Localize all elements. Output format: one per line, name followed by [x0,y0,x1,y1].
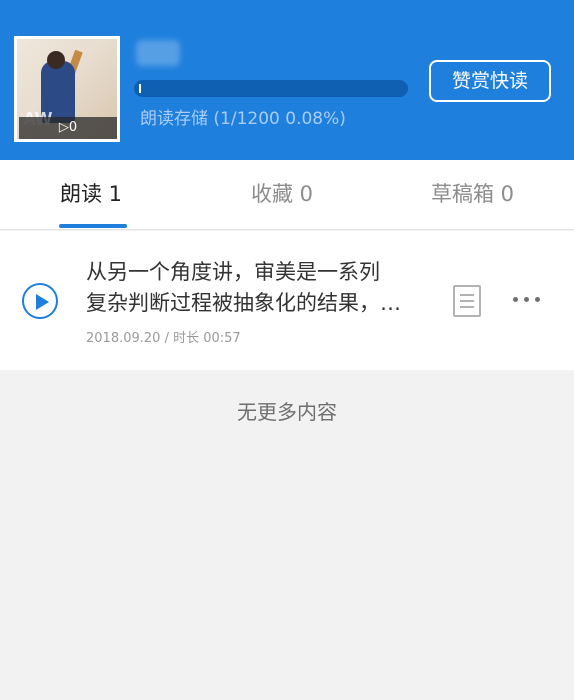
cover-image[interactable]: AW ▷0 [14,36,120,142]
reward-button[interactable]: 赞赏快读 [429,60,551,102]
tab-favorites[interactable]: 收藏 0 [251,178,313,208]
item-title-line1: 从另一个角度讲，审美是一系列 [86,260,380,284]
storage-progress-bar [134,80,408,97]
item-title-line2: 复杂判断过程被抽象化的结果，… [86,291,401,315]
storage-progress-fill [139,84,141,93]
document-icon[interactable] [453,285,481,317]
tab-reading[interactable]: 朗读 1 [60,178,122,208]
item-title[interactable]: 从另一个角度讲，审美是一系列 复杂判断过程被抽象化的结果，… [86,257,436,319]
play-circle-icon[interactable] [22,283,58,319]
profile-header: AW ▷0 某某 朗读存储 (1/1200 0.08%) 赞赏快读 [0,0,574,160]
no-more-content: 无更多内容 [237,400,337,424]
storage-text: 朗读存储 (1/1200 0.08%) [140,109,346,129]
cover-play-count[interactable]: ▷0 [19,117,117,139]
list-item[interactable]: 从另一个角度讲，审美是一系列 复杂判断过程被抽象化的结果，… 2018.09.2… [0,231,574,370]
tab-drafts[interactable]: 草稿箱 0 [431,178,514,208]
item-meta: 2018.09.20 / 时长 00:57 [86,331,241,346]
tab-bar: 朗读 1 收藏 0 草稿箱 0 [0,160,574,230]
more-dots-icon[interactable] [512,297,544,305]
username: 某某 [136,40,180,66]
active-tab-indicator [59,224,127,228]
